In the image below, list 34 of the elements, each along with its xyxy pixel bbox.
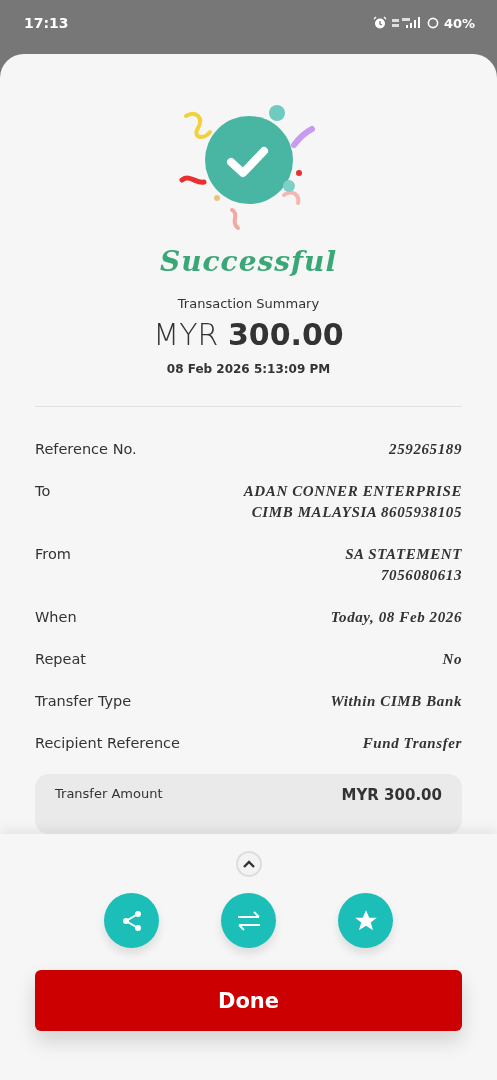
amount-text: MYR 300.00 [153, 317, 344, 352]
detail-label: From [35, 545, 71, 564]
summary-heading: Transaction Summary [177, 296, 320, 311]
done-button[interactable]: Done [35, 970, 462, 1031]
detail-label: Recipient Reference [35, 734, 180, 753]
detail-label: When [35, 608, 77, 627]
detail-label: Repeat [35, 650, 87, 669]
battery-level: 40% [443, 15, 475, 31]
detail-label: To [35, 482, 51, 501]
chevron-up-icon [241, 859, 256, 869]
summary-label: Transfer Amount [55, 786, 163, 803]
signal-icon [391, 17, 422, 29]
status-time: 17:13 [24, 15, 69, 31]
expand-button[interactable] [235, 851, 262, 877]
swap-arrows-icon [235, 908, 262, 933]
detail-value: ADAN CONNER ENTERPRISE [243, 482, 462, 501]
detail-label: Reference No. [35, 440, 137, 459]
detail-value: CIMB MALAYSIA 8605938105 [251, 503, 462, 522]
success-title: Successful [159, 245, 338, 278]
detail-value: Today, 08 Feb 2026 [330, 608, 462, 627]
summary-value: MYR 300.00 [341, 786, 442, 804]
transaction-datetime: 08 Feb 2026 5:13:09 PM [166, 362, 331, 376]
detail-value: 7056080613 [381, 566, 462, 585]
detail-value: SA STATEMENT [345, 545, 462, 564]
transfer-button[interactable] [221, 893, 276, 948]
detail-value: 259265189 [389, 440, 462, 459]
detail-value: No [442, 650, 462, 669]
share-button[interactable] [104, 893, 159, 948]
detail-value: Within CIMB Bank [330, 692, 462, 711]
battery-icon [426, 17, 439, 29]
detail-label: Transfer Type [35, 692, 132, 711]
detail-value: Fund Transfer [362, 734, 462, 753]
alarm-icon [372, 16, 387, 30]
favourite-button[interactable] [338, 893, 393, 948]
